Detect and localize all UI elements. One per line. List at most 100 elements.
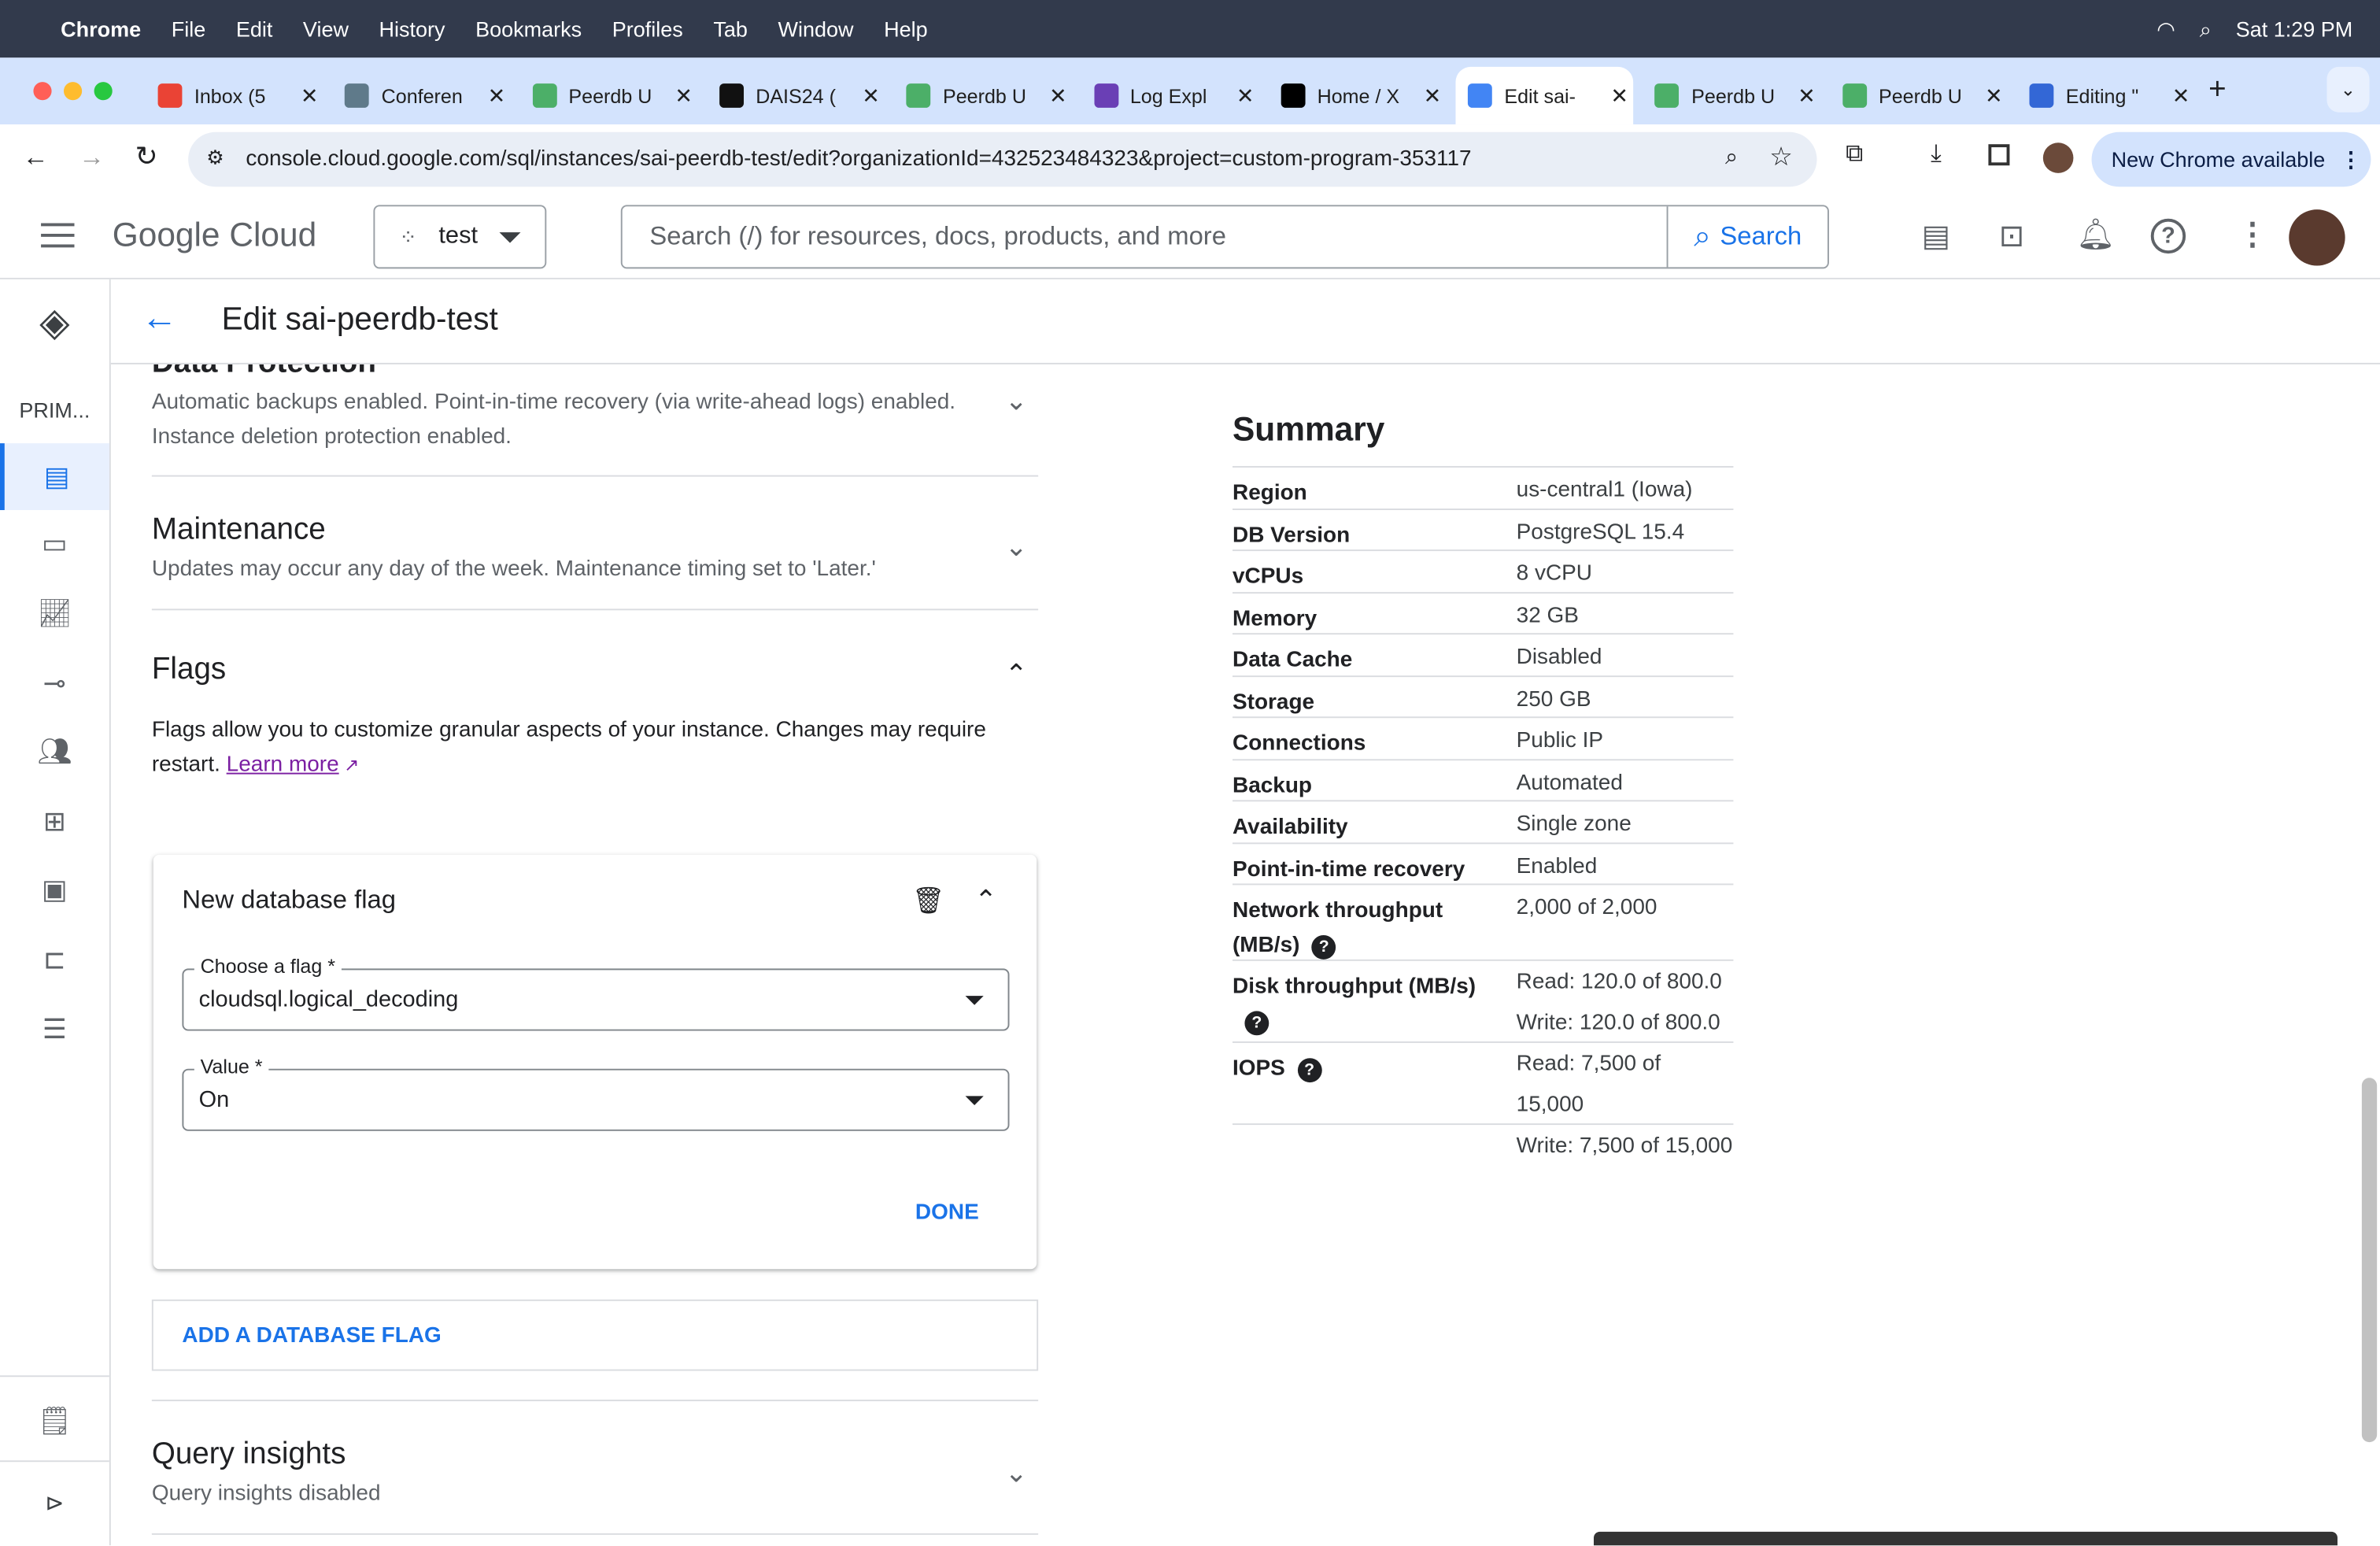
close-tab-icon[interactable]: ✕ (1610, 83, 1628, 109)
minimize-window-button[interactable] (63, 82, 83, 101)
collapse-chevron-icon[interactable]: ⌃ (974, 885, 997, 917)
release-notes-icon[interactable]: 🗒︎ (0, 1391, 109, 1452)
google-cloud-logo[interactable]: Google Cloud (113, 216, 316, 255)
close-tab-icon[interactable]: ✕ (2172, 83, 2190, 109)
menu-edit[interactable]: Edit (236, 17, 273, 41)
menu-tab[interactable]: Tab (713, 17, 748, 41)
forward-icon[interactable]: → (79, 142, 105, 173)
done-button[interactable]: DONE (915, 1200, 979, 1225)
add-database-flag-button[interactable]: ADD A DATABASE FLAG (151, 1299, 1039, 1371)
choose-flag-select[interactable]: Choose a flag * cloudsql.logical_decodin… (182, 955, 1010, 1031)
extensions-icon[interactable]: ⧉ (1846, 141, 1863, 168)
browser-tab[interactable]: DAIS24 (✕ (708, 67, 885, 124)
address-bar[interactable]: ⚙ console.cloud.google.com/sql/instances… (188, 131, 1817, 187)
close-tab-icon[interactable]: ✕ (1049, 83, 1067, 109)
close-tab-icon[interactable]: ✕ (1985, 83, 2003, 109)
browser-tab[interactable]: Log Expl ✕ (1081, 67, 1259, 124)
new-tab-button[interactable]: + (2208, 73, 2227, 108)
menu-app[interactable]: Chrome (61, 17, 141, 41)
query-insights-title[interactable]: Query insights (152, 1437, 346, 1472)
search-icon[interactable]: ⌕ (2200, 16, 2212, 42)
expand-chevron-icon[interactable]: ⌄ (1005, 531, 1033, 562)
browser-tab[interactable]: Inbox (5 ✕ (146, 67, 323, 124)
menu-help[interactable]: Help (884, 17, 928, 41)
sql-product-icon[interactable]: ◈ (0, 291, 109, 352)
search-button[interactable]: ⌕ Search (1666, 206, 1828, 268)
menu-view[interactable]: View (303, 17, 349, 41)
flags-title[interactable]: Flags (152, 653, 226, 687)
account-avatar[interactable] (2289, 209, 2345, 266)
summary-value: Single zone (1516, 812, 1632, 837)
maintenance-title[interactable]: Maintenance (152, 513, 326, 548)
summary-value: 2,000 of 2,000 (1516, 895, 1658, 920)
back-icon[interactable]: ← (23, 142, 49, 173)
close-tab-icon[interactable]: ✕ (1798, 83, 1816, 109)
rail-item-system-insights[interactable]: ▭ (0, 513, 109, 574)
side-panel-icon[interactable] (1988, 144, 2010, 166)
browser-tab[interactable]: Peerdb U ✕ (894, 67, 1072, 124)
rail-item-query-insights[interactable]: 📈︎ (0, 583, 109, 644)
browser-tab[interactable]: Edit sai- ✕ (1455, 66, 1634, 125)
rail-item-databases[interactable]: ⊞ (0, 791, 109, 852)
project-picker[interactable]: ⁘ test (373, 205, 547, 269)
menu-profiles[interactable]: Profiles (612, 17, 683, 41)
menu-history[interactable]: History (379, 17, 445, 41)
help-circle-icon[interactable]: ? (1297, 1058, 1322, 1083)
more-options-icon[interactable]: ⋮ (2238, 216, 2268, 253)
close-tab-icon[interactable]: ✕ (488, 83, 506, 109)
menu-file[interactable]: File (172, 17, 206, 41)
clock[interactable]: Sat 1:29 PM (2236, 17, 2353, 41)
more-vert-icon[interactable]: ⋮ (2341, 146, 2362, 172)
menu-window[interactable]: Window (778, 17, 853, 41)
flag-value-select[interactable]: Value * On (182, 1055, 1010, 1131)
project-name: test (438, 223, 479, 250)
delete-trash-icon[interactable]: 🗑︎ (912, 886, 945, 917)
rail-item-users[interactable]: 👥︎ (0, 721, 109, 782)
rail-item-connections[interactable]: ⊸ (0, 653, 109, 713)
rail-item-backups[interactable]: ▣ (0, 860, 109, 920)
rail-item-operations[interactable]: ☰ (0, 999, 109, 1060)
learn-more-link[interactable]: Learn more (227, 753, 339, 778)
notifications-bell-icon[interactable]: 🔔︎ (2076, 216, 2115, 253)
collapse-chevron-icon[interactable]: ⌃ (1005, 659, 1033, 690)
browser-tab[interactable]: Conferen ✕ (333, 67, 511, 124)
site-info-icon[interactable]: ⚙ (206, 146, 224, 170)
rail-item-overview[interactable]: ▤ (0, 443, 109, 510)
expand-chevron-icon[interactable]: ⌄ (1005, 386, 1033, 416)
maximize-window-button[interactable] (94, 82, 113, 101)
new-chrome-available-button[interactable]: New Chrome available ⋮ (2091, 131, 2371, 187)
help-circle-icon[interactable]: ? (1244, 1011, 1269, 1036)
browser-tab[interactable]: Editing " ✕ (2017, 67, 2195, 124)
browser-tab[interactable]: Home / X ✕ (1269, 67, 1447, 124)
scrollbar[interactable] (2361, 1078, 2378, 1443)
tab-search-button[interactable]: ⌄ (2326, 66, 2370, 113)
close-window-button[interactable] (33, 82, 52, 101)
card-title: New database flag (182, 885, 397, 914)
close-tab-icon[interactable]: ✕ (301, 83, 319, 109)
cloud-shell-icon[interactable]: ⊡ (1999, 217, 2024, 255)
wifi-icon[interactable]: ◠ (2156, 16, 2175, 42)
summary-row: Disk throughput (MB/s)? Read: 120.0 of 80… (1232, 961, 1734, 1043)
bookmark-star-icon[interactable]: ☆ (1769, 142, 1792, 173)
profile-avatar[interactable] (2042, 142, 2074, 173)
help-circle-icon[interactable]: ? (1311, 934, 1336, 960)
download-icon[interactable]: ⤓ (1931, 141, 1942, 168)
help-icon[interactable]: ? (2150, 218, 2186, 254)
browser-tab[interactable]: Peerdb U ✕ (1830, 67, 2008, 124)
reload-icon[interactable]: ↻ (135, 141, 158, 172)
browser-tab[interactable]: Peerdb U ✕ (1643, 67, 1820, 124)
menu-bookmarks[interactable]: Bookmarks (475, 17, 582, 41)
close-tab-icon[interactable]: ✕ (862, 83, 880, 109)
search-input[interactable]: Search (/) for resources, docs, products… (620, 205, 1829, 269)
expand-rail-icon[interactable]: ⊳ (0, 1473, 109, 1533)
gemini-chat-icon[interactable]: ▤ (1922, 217, 1950, 255)
expand-chevron-icon[interactable]: ⌄ (1005, 1457, 1033, 1488)
close-tab-icon[interactable]: ✕ (674, 83, 693, 109)
hamburger-menu-icon[interactable] (41, 223, 75, 248)
close-tab-icon[interactable]: ✕ (1424, 83, 1442, 109)
zoom-icon[interactable]: ⌕ (1725, 144, 1738, 170)
close-tab-icon[interactable]: ✕ (1236, 83, 1255, 109)
browser-tab[interactable]: Peerdb U ✕ (520, 67, 698, 124)
rail-item-replicas[interactable]: ⊏ (0, 929, 109, 989)
back-arrow-icon[interactable]: ← (141, 298, 177, 340)
